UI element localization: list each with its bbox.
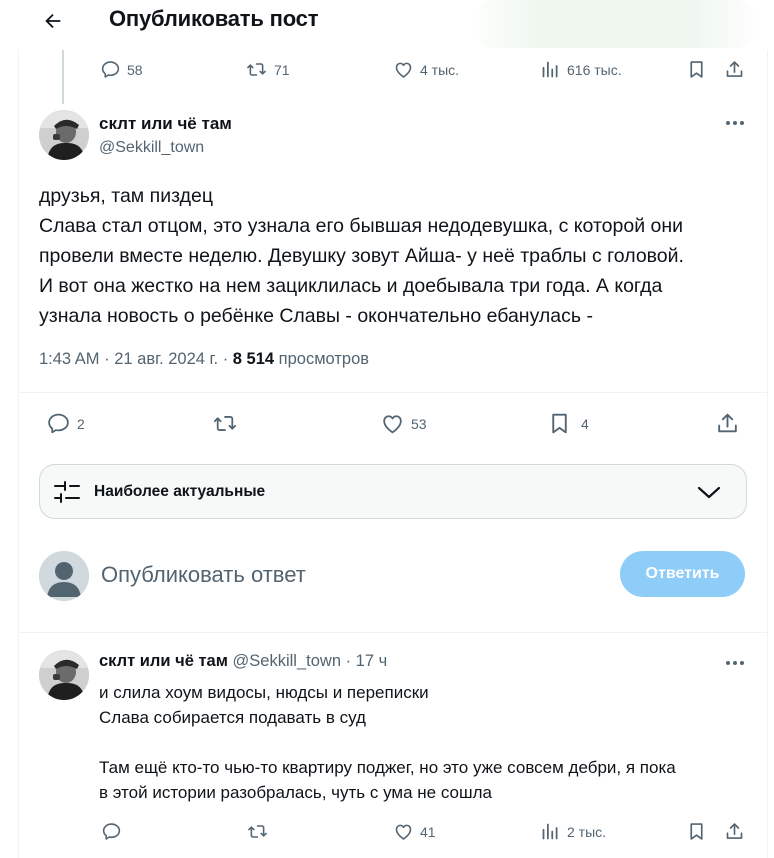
share-icon	[726, 823, 743, 839]
reply-more-options-button[interactable]	[720, 653, 750, 673]
bookmark-button[interactable]: 4	[547, 411, 589, 436]
parent-views-button[interactable]: 616 тыс.	[540, 59, 622, 80]
reply-text: и слила хоум видосы, нюдсы и переписки С…	[99, 680, 749, 805]
author-avatar[interactable]	[39, 110, 89, 160]
heart-icon	[383, 415, 402, 434]
repost-icon	[248, 825, 267, 838]
tweet-line: И вот она жестко на нем зациклилась и до…	[39, 275, 663, 297]
reply-line: и слила хоум видосы, нюдсы и переписки	[99, 683, 429, 702]
share-icon	[726, 61, 743, 77]
author-handle[interactable]: @Sekkill_town	[99, 139, 204, 157]
comment-icon	[102, 823, 121, 840]
author-name[interactable]: склт или чё там	[99, 114, 232, 134]
sort-label: Наиболее актуальные	[94, 483, 266, 500]
reply-author-name[interactable]: склт или чё там	[99, 652, 228, 670]
default-user-icon	[39, 551, 89, 601]
repost-icon	[213, 416, 237, 431]
heart-icon	[395, 824, 412, 840]
comment-icon	[48, 413, 69, 434]
chevron-down-icon	[697, 486, 721, 499]
reply-author-avatar[interactable]	[39, 650, 89, 700]
sliders-icon	[54, 481, 80, 503]
views-count: 616 тыс.	[567, 61, 622, 78]
reply-button[interactable]: 2	[46, 411, 85, 436]
repost-button[interactable]	[211, 411, 239, 436]
parent-repost-button[interactable]: 71	[245, 59, 290, 80]
comment-icon	[101, 61, 120, 78]
tweet-timestamp[interactable]: 1:43 AM · 21 авг. 2024 г. ·	[39, 350, 233, 368]
tweet-metadata: 1:43 AM · 21 авг. 2024 г. · 8 514 просмо…	[39, 350, 369, 369]
reply-line: Там ещё кто-то чью-то квартиру поджег, н…	[99, 758, 676, 777]
reply-line: Слава собирается подавать в суд	[99, 708, 366, 727]
back-button[interactable]	[36, 4, 70, 38]
bookmark-icon	[690, 823, 703, 840]
page-title: Опубликовать пост	[109, 6, 319, 31]
avatar-photo	[39, 650, 89, 700]
reply-line: в этой истории разобралась, чуть с ума н…	[99, 783, 492, 802]
reply-author-handle[interactable]: @Sekkill_town	[233, 652, 341, 670]
bookmark-count: 4	[581, 415, 589, 432]
divider	[18, 632, 768, 633]
reply-share-button[interactable]	[724, 821, 745, 842]
repost-count: 71	[274, 61, 290, 78]
parent-share-button[interactable]	[724, 59, 745, 80]
reply-input[interactable]: Опубликовать ответ	[101, 562, 306, 588]
bookmark-icon	[690, 61, 703, 78]
tweet-line: друзья, там пиздец	[39, 185, 213, 207]
reply-views-button[interactable]: 2 тыс.	[540, 821, 606, 842]
repost-icon	[247, 63, 266, 76]
thread-connector	[62, 50, 64, 104]
reply-like-button[interactable]: 41	[393, 821, 436, 842]
tweet-line: узнала новость о ребёнке Славы - окончат…	[39, 305, 593, 327]
more-options-button[interactable]	[720, 113, 750, 133]
views-chart-icon	[542, 61, 558, 78]
tweet-line: провели вместе неделю. Девушку зовут Айш…	[39, 245, 684, 267]
reply-repost-button[interactable]	[246, 821, 269, 842]
reply-sort-dropdown[interactable]: Наиболее актуальные	[39, 464, 747, 519]
tweet-text: друзья, там пиздец Слава стал отцом, это…	[39, 181, 751, 331]
reply-count: 2	[77, 415, 85, 432]
bookmark-icon	[552, 413, 567, 434]
tweet-line: Слава стал отцом, это узнала его бывшая …	[39, 215, 684, 237]
share-button[interactable]	[715, 411, 740, 436]
reply-count: 58	[127, 61, 143, 78]
parent-bookmark-button[interactable]	[686, 59, 707, 80]
parent-reply-button[interactable]: 58	[100, 59, 143, 80]
tweet-views-label: просмотров	[274, 350, 370, 368]
reply-like-count: 41	[420, 823, 436, 840]
top-bar: Опубликовать пост	[0, 0, 774, 50]
reply-timestamp[interactable]: · 17 ч	[341, 652, 388, 670]
like-button[interactable]: 53	[380, 411, 427, 436]
more-horizontal-icon	[726, 121, 744, 125]
reply-header: склт или чё там @Sekkill_town · 17 ч	[99, 652, 387, 671]
avatar-photo	[39, 110, 89, 160]
header-highlight	[470, 0, 760, 48]
reply-submit-button[interactable]: Ответить	[620, 551, 745, 597]
parent-like-button[interactable]: 4 тыс.	[393, 59, 459, 80]
arrow-left-icon	[45, 13, 61, 29]
reply-bookmark-button[interactable]	[686, 821, 707, 842]
heart-icon	[395, 62, 412, 78]
like-count: 4 тыс.	[420, 61, 460, 78]
current-user-avatar[interactable]	[39, 551, 89, 601]
reply-views-count: 2 тыс.	[567, 823, 607, 840]
divider	[18, 392, 768, 393]
share-icon	[718, 413, 737, 433]
like-count: 53	[411, 415, 427, 432]
more-horizontal-icon	[726, 661, 744, 665]
reply-reply-button[interactable]	[101, 821, 122, 842]
reply-line	[99, 730, 749, 755]
views-chart-icon	[542, 823, 558, 840]
tweet-views-count: 8 514	[232, 350, 275, 368]
